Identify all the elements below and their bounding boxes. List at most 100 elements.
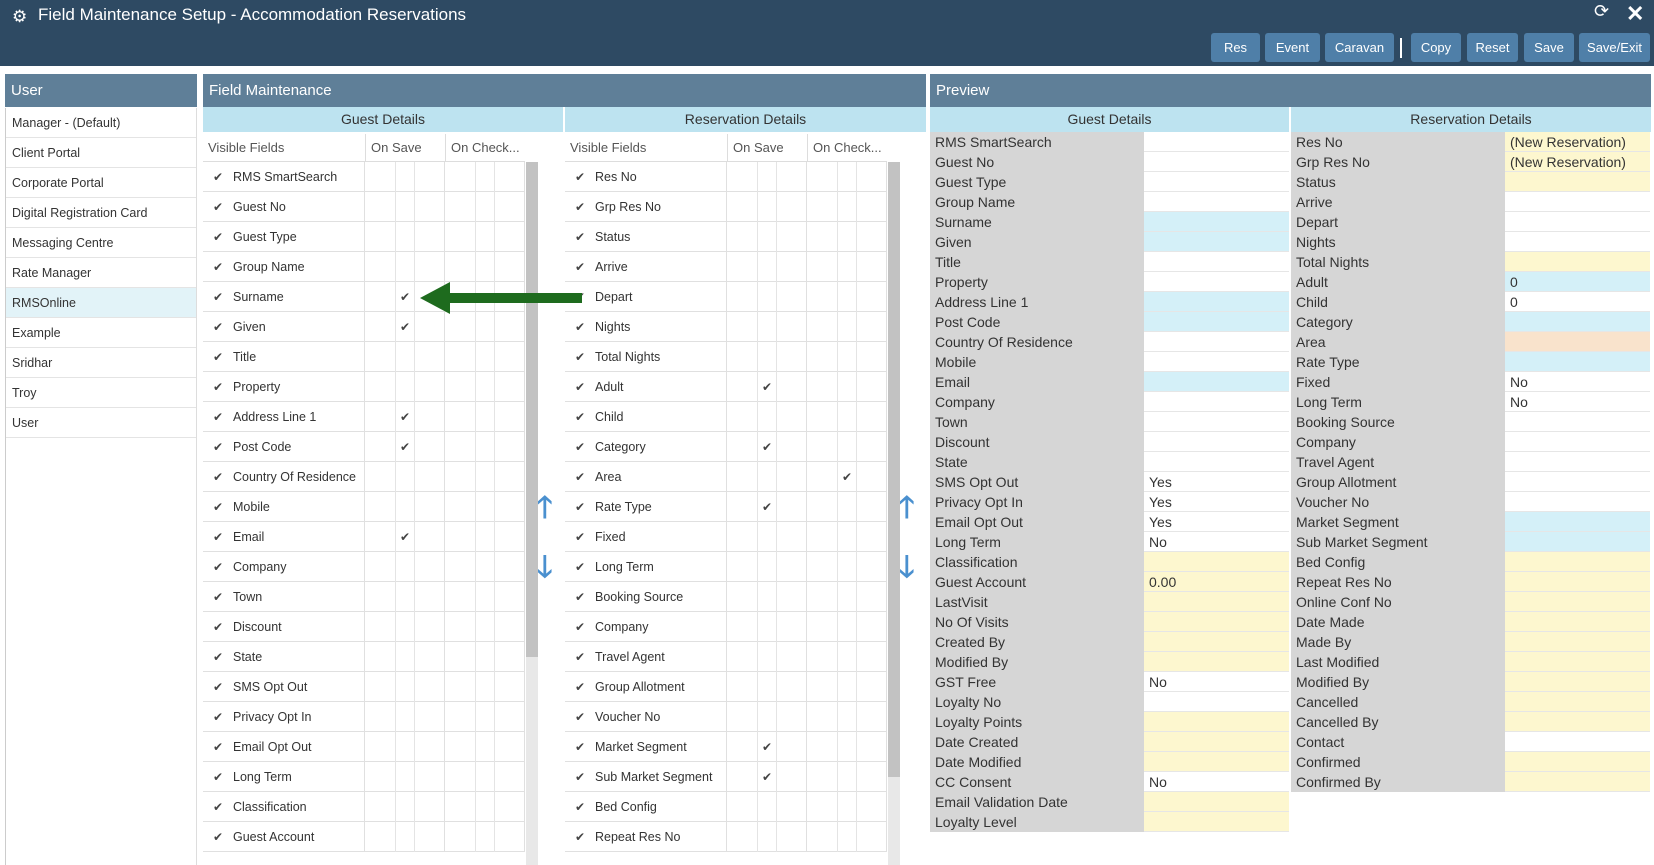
on-checkin-checkbox[interactable]: ✔ (837, 462, 857, 492)
on-save-cell[interactable] (727, 462, 807, 492)
on-save-cell[interactable] (365, 492, 445, 522)
preview-field-input[interactable] (1505, 252, 1650, 272)
preview-field-input[interactable]: Yes (1144, 472, 1289, 492)
close-icon[interactable]: ✕ (1626, 1, 1644, 27)
on-checkin-cell[interactable] (445, 522, 525, 552)
save-exit-button[interactable]: Save/Exit (1579, 33, 1650, 62)
visible-checkbox[interactable]: ✔ (213, 590, 223, 604)
on-save-cell[interactable] (727, 192, 807, 222)
on-checkin-checkbox[interactable] (475, 702, 495, 732)
on-save-cell[interactable]: ✔ (365, 312, 445, 342)
on-checkin-checkbox[interactable] (837, 612, 857, 642)
on-checkin-checkbox[interactable] (475, 672, 495, 702)
visible-cell[interactable]: ✔ Total Nights (565, 342, 727, 372)
visible-cell[interactable]: ✔ Guest Account (203, 822, 365, 852)
on-save-cell[interactable]: ✔ (727, 732, 807, 762)
on-checkin-cell[interactable] (445, 222, 525, 252)
user-list-item[interactable]: Manager - (Default) (6, 108, 196, 138)
preview-field-input[interactable] (1144, 392, 1289, 412)
on-checkin-checkbox[interactable] (475, 372, 495, 402)
reservation-field-row[interactable]: ✔ Total Nights (565, 342, 887, 372)
visible-checkbox[interactable]: ✔ (575, 440, 585, 454)
preview-field-input[interactable] (1144, 452, 1289, 472)
visible-cell[interactable]: ✔ Booking Source (565, 582, 727, 612)
visible-cell[interactable]: ✔ Voucher No (565, 702, 727, 732)
res-button[interactable]: Res (1211, 33, 1260, 62)
on-checkin-checkbox[interactable] (475, 492, 495, 522)
preview-field-input[interactable] (1144, 212, 1289, 232)
on-save-checkbox[interactable] (757, 192, 777, 222)
reservation-field-row[interactable]: ✔ Nights (565, 312, 887, 342)
on-save-checkbox[interactable] (757, 252, 777, 282)
on-checkin-cell[interactable] (445, 612, 525, 642)
copy-button[interactable]: Copy (1411, 33, 1461, 62)
on-checkin-cell[interactable] (807, 702, 887, 732)
on-save-checkbox[interactable] (395, 672, 415, 702)
on-save-checkbox[interactable] (757, 612, 777, 642)
visible-checkbox[interactable]: ✔ (213, 440, 223, 454)
preview-field-input[interactable] (1505, 752, 1650, 772)
on-checkin-cell[interactable] (807, 432, 887, 462)
preview-field-input[interactable] (1144, 592, 1289, 612)
on-checkin-checkbox[interactable] (837, 192, 857, 222)
preview-field-input[interactable]: No (1144, 532, 1289, 552)
on-checkin-checkbox[interactable] (837, 642, 857, 672)
visible-cell[interactable]: ✔ Company (565, 612, 727, 642)
on-checkin-cell[interactable] (445, 732, 525, 762)
preview-field-input[interactable] (1144, 292, 1289, 312)
on-checkin-cell[interactable] (807, 642, 887, 672)
preview-field-input[interactable] (1505, 412, 1650, 432)
preview-field-input[interactable] (1144, 712, 1289, 732)
reservation-field-row[interactable]: ✔ Rate Type ✔ (565, 492, 887, 522)
preview-field-input[interactable] (1505, 352, 1650, 372)
preview-field-input[interactable]: (New Reservation) (1505, 152, 1650, 172)
on-save-checkbox[interactable] (395, 582, 415, 612)
reservation-field-row[interactable]: ✔ Grp Res No (565, 192, 887, 222)
on-save-checkbox[interactable] (757, 162, 777, 192)
visible-cell[interactable]: ✔ Guest Type (203, 222, 365, 252)
on-save-cell[interactable] (365, 672, 445, 702)
on-checkin-checkbox[interactable] (475, 552, 495, 582)
preview-field-input[interactable] (1144, 372, 1289, 392)
on-save-cell[interactable] (727, 672, 807, 702)
user-list-item[interactable]: Rate Manager (6, 258, 196, 288)
user-list-item[interactable]: Messaging Centre (6, 228, 196, 258)
visible-checkbox[interactable]: ✔ (575, 380, 585, 394)
preview-field-input[interactable] (1505, 692, 1650, 712)
preview-field-input[interactable]: No (1144, 672, 1289, 692)
on-checkin-cell[interactable] (807, 402, 887, 432)
on-checkin-checkbox[interactable] (837, 312, 857, 342)
on-save-checkbox[interactable] (395, 732, 415, 762)
user-list-item[interactable]: Sridhar (6, 348, 196, 378)
preview-field-input[interactable] (1144, 192, 1289, 212)
on-checkin-cell[interactable] (807, 552, 887, 582)
on-checkin-cell[interactable] (807, 282, 887, 312)
visible-checkbox[interactable]: ✔ (575, 740, 585, 754)
on-save-cell[interactable] (365, 732, 445, 762)
preview-field-input[interactable] (1505, 712, 1650, 732)
visible-cell[interactable]: ✔ Arrive (565, 252, 727, 282)
visible-cell[interactable]: ✔ Bed Config (565, 792, 727, 822)
visible-cell[interactable]: ✔ Fixed (565, 522, 727, 552)
on-checkin-cell[interactable] (445, 462, 525, 492)
on-checkin-checkbox[interactable] (837, 162, 857, 192)
on-save-cell[interactable] (727, 282, 807, 312)
on-save-checkbox[interactable] (757, 522, 777, 552)
visible-cell[interactable]: ✔ Adult (565, 372, 727, 402)
preview-field-input[interactable] (1144, 752, 1289, 772)
on-checkin-cell[interactable] (807, 492, 887, 522)
preview-field-input[interactable] (1505, 472, 1650, 492)
visible-checkbox[interactable]: ✔ (213, 680, 223, 694)
on-save-cell[interactable] (365, 462, 445, 492)
visible-cell[interactable]: ✔ Area (565, 462, 727, 492)
visible-checkbox[interactable]: ✔ (575, 170, 585, 184)
preview-field-input[interactable] (1505, 632, 1650, 652)
guest-field-row[interactable]: ✔ Guest Account (203, 822, 525, 852)
guest-field-row[interactable]: ✔ RMS SmartSearch (203, 162, 525, 192)
reservation-field-row[interactable]: ✔ Arrive (565, 252, 887, 282)
on-save-cell[interactable]: ✔ (727, 762, 807, 792)
visible-checkbox[interactable]: ✔ (575, 350, 585, 364)
visible-cell[interactable]: ✔ Town (203, 582, 365, 612)
on-save-cell[interactable] (727, 582, 807, 612)
preview-field-input[interactable] (1144, 552, 1289, 572)
